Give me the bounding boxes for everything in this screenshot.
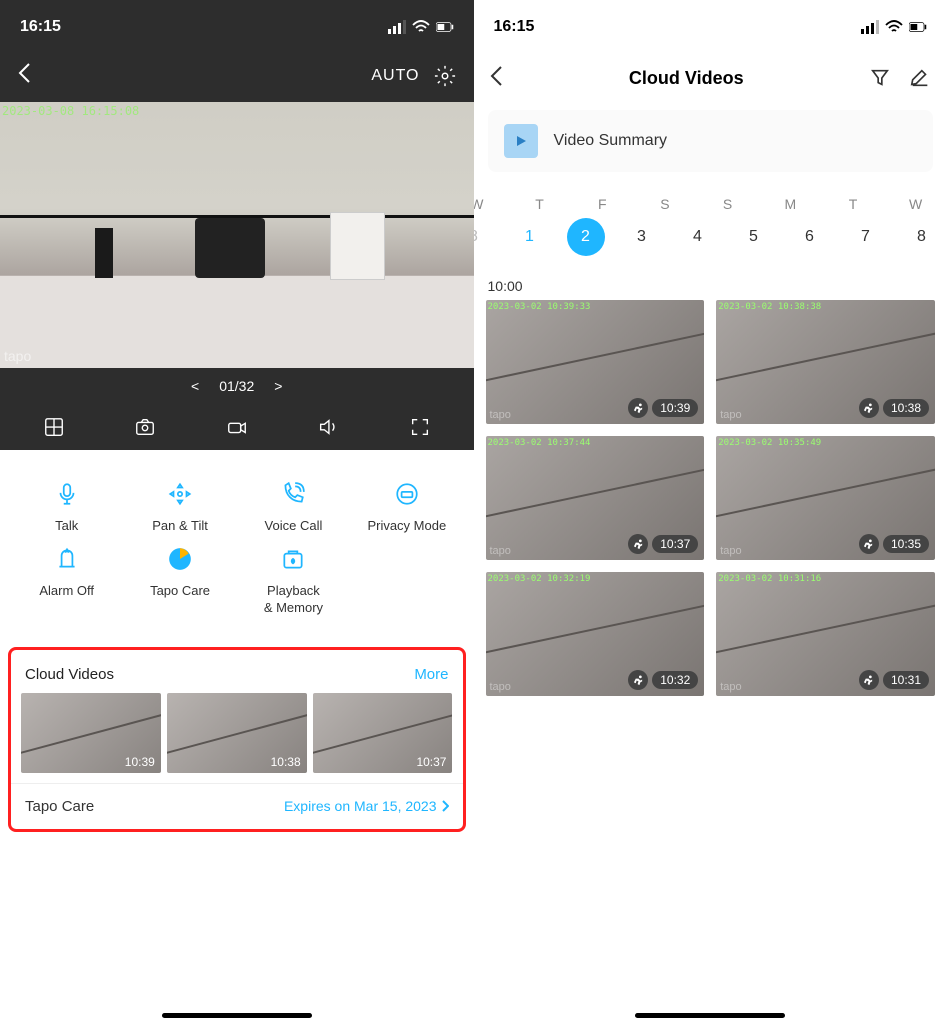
battery-icon <box>436 20 454 34</box>
controls-bar <box>0 404 474 450</box>
motion-icon <box>859 534 879 554</box>
privacy-icon <box>393 480 421 508</box>
pager-count: 01/32 <box>219 378 254 394</box>
back-button[interactable] <box>18 62 32 91</box>
video-clip[interactable]: 2023-03-02 10:37:44 tapo 10:37 <box>486 436 705 560</box>
motion-icon <box>859 670 879 690</box>
calendar-date[interactable]: 3 <box>614 218 670 256</box>
volume-icon[interactable] <box>317 416 339 438</box>
calendar-date[interactable]: 8 <box>474 218 502 256</box>
cloud-thumbs: 10:39 10:38 10:37 <box>11 693 463 783</box>
calendar-date[interactable]: 4 <box>670 218 726 256</box>
status-time: 16:15 <box>494 18 535 36</box>
motion-icon <box>628 670 648 690</box>
video-summary-button[interactable]: Video Summary <box>488 110 934 172</box>
video-clip[interactable]: 2023-03-02 10:35:49 tapo 10:35 <box>716 436 935 560</box>
home-indicator[interactable] <box>635 1013 785 1018</box>
pager-prev[interactable]: < <box>191 378 199 394</box>
chevron-right-icon <box>441 800 449 812</box>
motion-icon <box>628 398 648 418</box>
pager-bar: < 01/32 > <box>0 368 474 404</box>
pan-tilt-icon <box>166 480 194 508</box>
edit-icon[interactable] <box>909 67 931 89</box>
battery-icon <box>909 20 927 34</box>
playback-icon <box>279 545 307 573</box>
tapo-care-button[interactable]: Tapo Care <box>123 545 236 617</box>
live-video-feed[interactable]: 2023-03-08 16:15:08 tapo <box>0 102 474 368</box>
video-clip[interactable]: 2023-03-02 10:32:19 tapo 10:32 <box>486 572 705 696</box>
status-icons <box>861 20 927 34</box>
motion-icon <box>628 534 648 554</box>
video-summary-label: Video Summary <box>554 132 668 150</box>
privacy-mode-button[interactable]: Privacy Mode <box>350 480 463 535</box>
talk-button[interactable]: Talk <box>10 480 123 535</box>
cloud-thumb[interactable]: 10:38 <box>167 693 307 773</box>
wifi-icon <box>412 20 430 34</box>
video-clip[interactable]: 2023-03-02 10:39:33 tapo 10:39 <box>486 300 705 424</box>
cloud-thumb[interactable]: 10:37 <box>313 693 453 773</box>
pan-tilt-button[interactable]: Pan & Tilt <box>123 480 236 535</box>
clips-grid: 2023-03-02 10:39:33 tapo 10:39 2023-03-0… <box>474 300 947 696</box>
record-icon[interactable] <box>226 416 248 438</box>
microphone-icon <box>53 480 81 508</box>
cloud-videos-more[interactable]: More <box>414 666 448 683</box>
playback-button[interactable]: Playback & Memory <box>237 545 350 617</box>
calendar-date[interactable]: 1 <box>502 218 558 256</box>
watermark: tapo <box>4 348 31 364</box>
alarm-icon <box>53 545 81 573</box>
signal-icon <box>388 20 406 34</box>
back-button[interactable] <box>490 65 504 92</box>
calendar: W T F S S M T W 8 1 2 3 4 5 6 7 8 <box>474 182 947 270</box>
cloud-videos-section: Cloud Videos More 10:39 10:38 10:37 Tapo… <box>8 647 466 832</box>
status-time: 16:15 <box>20 18 61 36</box>
filter-icon[interactable] <box>869 67 891 89</box>
wifi-icon <box>885 20 903 34</box>
status-bar: 16:15 <box>0 0 474 50</box>
video-clip[interactable]: 2023-03-02 10:38:38 tapo 10:38 <box>716 300 935 424</box>
time-section-label: 10:00 <box>474 270 947 300</box>
cloud-videos-title: Cloud Videos <box>25 666 114 683</box>
page-title: Cloud Videos <box>629 68 744 89</box>
actions-grid: Talk Pan & Tilt Voice Call Privacy Mode … <box>0 450 474 637</box>
video-timestamp: 2023-03-08 16:15:08 <box>2 104 139 118</box>
phone-cloud-videos: 16:15 Cloud Videos Video Summary W T F S… <box>474 0 947 1024</box>
nav-bar: Cloud Videos <box>474 50 947 106</box>
status-icons <box>388 20 454 34</box>
calendar-date[interactable]: 6 <box>782 218 838 256</box>
calendar-date[interactable]: 7 <box>838 218 894 256</box>
alarm-off-button[interactable]: Alarm Off <box>10 545 123 617</box>
tapo-care-label: Tapo Care <box>25 798 94 815</box>
pager-next[interactable]: > <box>274 378 282 394</box>
calendar-date-selected[interactable]: 2 <box>558 218 614 256</box>
tapo-care-expires: Expires on Mar 15, 2023 <box>284 798 449 814</box>
calendar-date[interactable]: 8 <box>894 218 947 256</box>
calendar-date[interactable]: 5 <box>726 218 782 256</box>
phone-icon <box>279 480 307 508</box>
multiview-icon[interactable] <box>43 416 65 438</box>
settings-icon[interactable] <box>434 65 456 87</box>
phone-live-view: 16:15 AUTO 2023-03-08 16:15:08 tapo < 01… <box>0 0 474 1024</box>
status-bar: 16:15 <box>474 0 947 50</box>
tapo-care-row[interactable]: Tapo Care Expires on Mar 15, 2023 <box>11 783 463 829</box>
fullscreen-icon[interactable] <box>409 416 431 438</box>
signal-icon <box>861 20 879 34</box>
play-icon <box>504 124 538 158</box>
motion-icon <box>859 398 879 418</box>
cloud-thumb[interactable]: 10:39 <box>21 693 161 773</box>
home-indicator[interactable] <box>162 1013 312 1018</box>
tapo-care-icon <box>166 545 194 573</box>
auto-mode-button[interactable]: AUTO <box>371 67 419 85</box>
video-clip[interactable]: 2023-03-02 10:31:16 tapo 10:31 <box>716 572 935 696</box>
top-bar: AUTO <box>0 50 474 102</box>
snapshot-icon[interactable] <box>134 416 156 438</box>
voice-call-button[interactable]: Voice Call <box>237 480 350 535</box>
